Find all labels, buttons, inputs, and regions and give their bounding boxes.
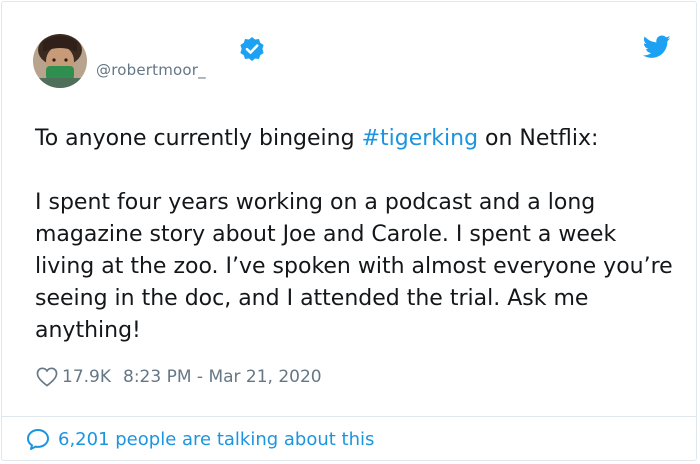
tweet-text: To anyone currently bingeing #tigerking … (35, 123, 675, 347)
tweet-text-after-hashtag: on Netflix: (478, 126, 599, 151)
twitter-bird-icon[interactable] (643, 35, 671, 59)
avatar-image (33, 34, 87, 88)
tweet-text-before-hashtag: To anyone currently bingeing (35, 126, 362, 151)
speech-bubble-icon (27, 429, 49, 450)
like-count[interactable]: 17.9K (62, 367, 111, 387)
avatar[interactable] (33, 34, 87, 88)
talking-label: 6,201 people are talking about this (58, 428, 375, 450)
divider (2, 416, 696, 417)
talking-link[interactable]: 6,201 people are talking about this (26, 428, 374, 450)
tweet-paragraph-1: To anyone currently bingeing #tigerking … (35, 123, 675, 155)
tweet-paragraph-2: I spent four years working on a podcast … (35, 190, 673, 343)
username-container: @robertmoor_ (96, 60, 206, 79)
hashtag-link[interactable]: #tigerking (362, 126, 478, 151)
timestamp[interactable]: 8:23 PM - Mar 21, 2020 (123, 367, 322, 387)
verified-badge-icon (240, 37, 264, 61)
tweet-meta: 17.9K 8:23 PM - Mar 21, 2020 (36, 367, 322, 387)
tweet-card: @robertmoor_ To anyone currently bingein… (1, 1, 697, 461)
username[interactable]: @robertmoor_ (96, 61, 206, 79)
heart-icon[interactable] (36, 367, 58, 387)
